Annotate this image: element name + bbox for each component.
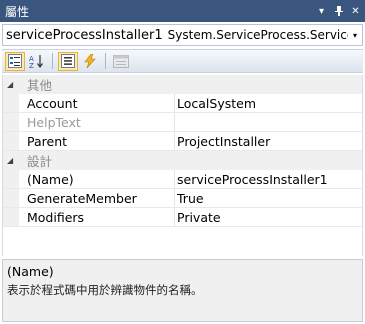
row-gutter xyxy=(3,132,19,150)
row-gutter xyxy=(3,94,19,112)
property-value[interactable]: serviceProcessInstaller1 xyxy=(177,172,358,187)
property-row-modifiers[interactable]: Modifiers Private xyxy=(3,208,362,227)
property-row-account[interactable]: Account LocalSystem xyxy=(3,94,362,113)
properties-list-icon xyxy=(61,54,75,68)
property-value[interactable]: LocalSystem xyxy=(177,96,358,111)
selected-object-type: System.ServiceProcess.ServiceProce xyxy=(167,28,348,42)
window-position-dropdown-icon[interactable]: ▾ xyxy=(314,2,329,20)
category-row-other[interactable]: ◢ 其他 xyxy=(3,75,362,94)
row-gutter xyxy=(3,208,19,226)
property-name: GenerateMember xyxy=(27,190,137,206)
property-name: Parent xyxy=(27,133,68,149)
svg-text:Z: Z xyxy=(29,62,34,69)
property-name: Account xyxy=(27,95,78,111)
categorized-icon xyxy=(8,54,22,68)
property-value[interactable]: ProjectInstaller xyxy=(177,134,358,149)
selected-object-name: serviceProcessInstaller1 xyxy=(6,27,163,43)
property-row-helptext[interactable]: HelpText xyxy=(3,113,362,132)
property-grid-toolbar: AZ xyxy=(2,49,363,73)
properties-view-button[interactable] xyxy=(58,51,78,71)
row-gutter xyxy=(3,113,19,131)
row-gutter xyxy=(3,170,19,188)
toolbar-separator xyxy=(52,53,53,69)
alphabetical-sort-button[interactable]: AZ xyxy=(27,52,47,71)
properties-window-titlebar: 屬性 ▾ ✕ xyxy=(0,0,365,22)
property-name: HelpText xyxy=(27,114,81,130)
description-text: 表示於程式碼中用於辨識物件的名稱。 xyxy=(7,283,203,297)
property-pages-button[interactable] xyxy=(111,52,131,71)
close-icon[interactable]: ✕ xyxy=(348,2,363,20)
collapse-caret-icon[interactable]: ◢ xyxy=(7,80,13,89)
property-row-parent[interactable]: Parent ProjectInstaller xyxy=(3,132,362,151)
description-title: (Name) xyxy=(7,264,54,279)
auto-hide-pin-icon[interactable] xyxy=(331,2,346,20)
column-divider[interactable] xyxy=(174,132,175,150)
object-selector-dropdown[interactable]: serviceProcessInstaller1 System.ServiceP… xyxy=(2,24,363,46)
property-grid: ◢ 其他 Account LocalSystem HelpText Parent… xyxy=(2,75,363,256)
chevron-down-icon[interactable]: ▾ xyxy=(348,25,362,45)
property-row-generatemember[interactable]: GenerateMember True xyxy=(3,189,362,208)
collapse-caret-icon[interactable]: ◢ xyxy=(7,156,13,165)
lightning-icon xyxy=(84,54,96,68)
category-row-design[interactable]: ◢ 設計 xyxy=(3,151,362,170)
property-name: Modifiers xyxy=(27,209,85,225)
column-divider[interactable] xyxy=(174,113,175,131)
description-pane: (Name) 表示於程式碼中用於辨識物件的名稱。 xyxy=(2,259,363,322)
property-pages-icon xyxy=(113,54,129,68)
column-divider[interactable] xyxy=(174,189,175,207)
column-divider[interactable] xyxy=(174,208,175,226)
categorized-view-button[interactable] xyxy=(5,51,25,71)
property-value[interactable]: Private xyxy=(177,210,358,225)
property-name: (Name) xyxy=(27,171,74,187)
sort-az-icon: AZ xyxy=(29,54,43,69)
column-divider[interactable] xyxy=(174,94,175,112)
toolbar-separator xyxy=(105,53,106,69)
property-value[interactable]: True xyxy=(177,191,358,206)
property-row-name[interactable]: (Name) serviceProcessInstaller1 xyxy=(3,170,362,189)
row-gutter xyxy=(3,189,19,207)
window-title: 屬性 xyxy=(5,4,30,19)
column-divider[interactable] xyxy=(174,170,175,188)
events-view-button[interactable] xyxy=(80,52,100,71)
